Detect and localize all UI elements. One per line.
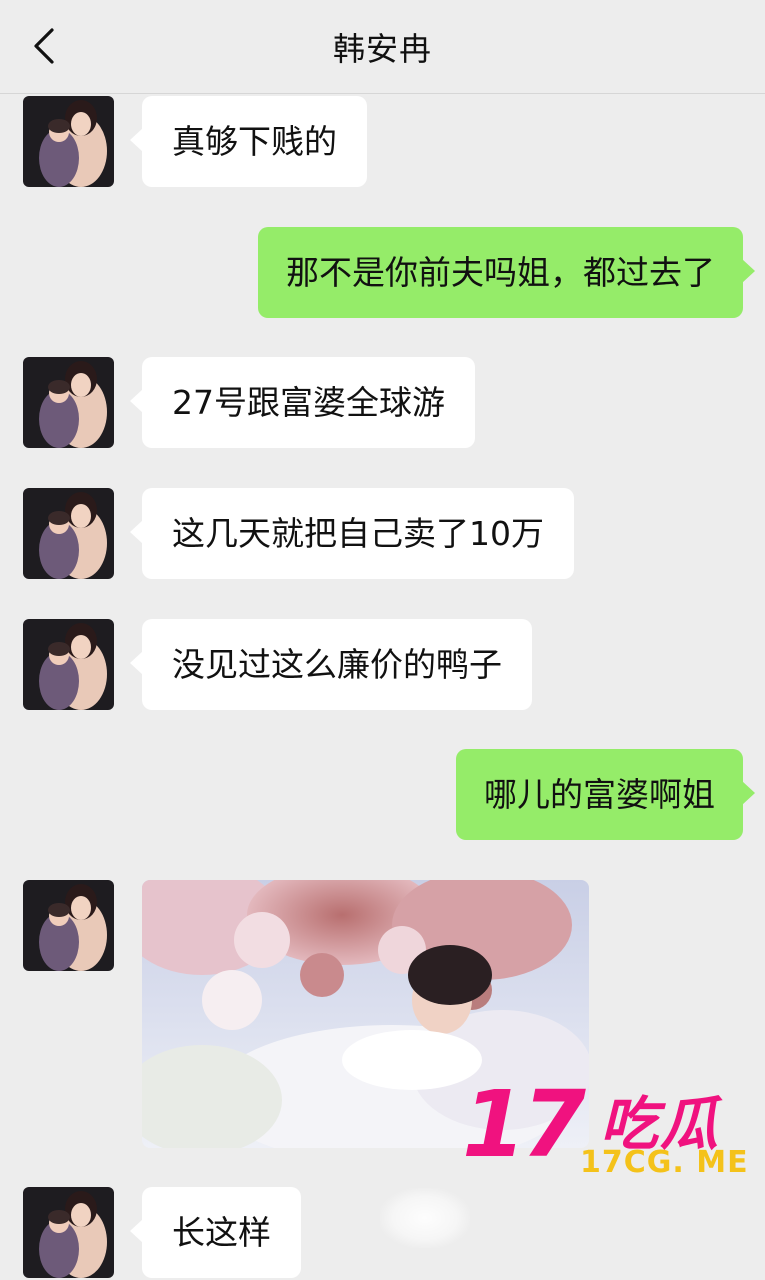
blur-overlay	[380, 1188, 470, 1248]
contact-avatar[interactable]	[23, 357, 114, 448]
contact-avatar[interactable]	[23, 619, 114, 710]
message-bubble-incoming[interactable]: 27号跟富婆全球游	[130, 357, 475, 448]
contact-avatar[interactable]	[23, 488, 114, 579]
chat-title: 韩安冉	[332, 30, 432, 68]
contact-avatar[interactable]	[23, 1187, 114, 1278]
contact-avatar[interactable]	[23, 96, 114, 187]
message-bubble-outgoing[interactable]: 那不是你前夫吗姐，都过去了	[258, 227, 755, 318]
watermark-url: 17CG. ME	[580, 1145, 749, 1180]
message-bubble-incoming[interactable]: 没见过这么廉价的鸭子	[130, 619, 532, 710]
contact-avatar[interactable]	[23, 880, 114, 971]
message-bubble-outgoing[interactable]: 哪儿的富婆啊姐	[456, 749, 755, 840]
message-bubble-incoming[interactable]: 长这样	[130, 1187, 301, 1278]
chat-header: 韩安冉	[0, 0, 765, 94]
message-bubble-incoming[interactable]: 真够下贱的	[130, 96, 367, 187]
watermark-number: 17	[462, 1071, 586, 1178]
message-bubble-incoming[interactable]: 这几天就把自己卖了10万	[130, 488, 574, 579]
watermark-logo: 17 吃瓜 17CG. ME	[462, 1075, 752, 1185]
